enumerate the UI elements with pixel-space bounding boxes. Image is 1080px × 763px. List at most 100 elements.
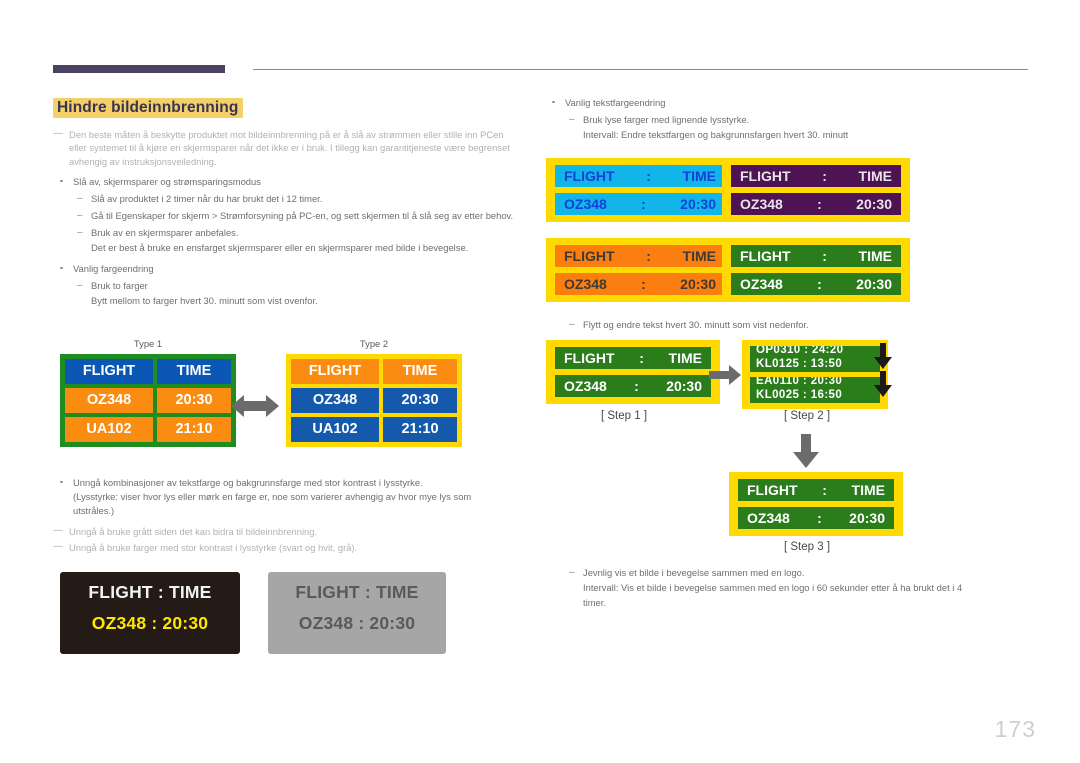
- color-display-header-row: FLIGHT : TIME: [731, 165, 901, 187]
- header-flight-label: FLIGHT: [564, 248, 615, 264]
- table-cell-flight: OZ348: [65, 388, 153, 413]
- step2-scroll-row-1: OP0310 : 24:20 KL0125 : 13:50: [750, 346, 880, 372]
- page-title: Hindre bildeinnbrenning: [53, 98, 244, 118]
- data-flight-value: OZ348: [564, 378, 607, 394]
- table-cell-time: 21:10: [383, 417, 457, 442]
- data-time-value: 20:30: [680, 276, 716, 292]
- separator-colon: :: [641, 196, 646, 212]
- sub-screensaver-continued: Det er best å bruke en ensfarget skjerms…: [91, 242, 469, 254]
- sub-dash-icon: –: [569, 566, 575, 578]
- table-cell-flight: UA102: [291, 417, 379, 442]
- data-time-value: 20:30: [856, 196, 892, 212]
- header-time-label: TIME: [682, 168, 716, 184]
- color-display-data-row: OZ348 : 20:30: [555, 193, 725, 215]
- sub-two-colors-text: Bruk to farger: [91, 280, 148, 292]
- table-cell-time: 21:10: [157, 417, 231, 442]
- sub-bright-colors-continued: Intervall: Endre tekstfargen og bakgrunn…: [583, 129, 849, 140]
- sub-two-colors: – Bruk to farger: [53, 279, 523, 293]
- step3-data-row: OZ348 : 20:30: [738, 507, 894, 529]
- separator-colon: :: [822, 248, 827, 264]
- type2-label: Type 2: [359, 338, 389, 349]
- separator-colon: :: [817, 276, 822, 292]
- table-cell-time: 20:30: [383, 388, 457, 413]
- separator-colon: :: [634, 378, 639, 394]
- step2-row1-top-text: OP0310 : 24:20: [756, 346, 844, 356]
- sub-dash-icon: –: [77, 279, 83, 291]
- step2-row2-bottom-text: KL0025 : 16:50: [756, 389, 843, 401]
- dark-display-header: FLIGHT : TIME: [88, 582, 212, 602]
- note-avoid-high-contrast-text: Unngå å bruke farger med stor kontrast i…: [69, 542, 358, 554]
- color-display-orange: FLIGHT : TIME OZ348 : 20:30: [546, 238, 734, 302]
- data-time-value: 20:30: [849, 510, 885, 526]
- sub-dash-icon: –: [77, 192, 83, 204]
- logo-bullet-wrap: – Jevnlig vis et bilde i bevegelse samme…: [545, 566, 1045, 610]
- intro-note-text: Den beste måten å beskytte produktet mot…: [69, 129, 510, 167]
- manual-page: Hindre bildeinnbrenning — Den beste måte…: [0, 0, 1080, 763]
- separator-colon: :: [641, 276, 646, 292]
- table-header-time: TIME: [157, 359, 231, 384]
- bullet-avoid-contrast: Unngå kombinasjoner av tekstfarge og bak…: [53, 476, 523, 490]
- header-rule: [253, 69, 1028, 70]
- data-time-value: 20:30: [680, 196, 716, 212]
- separator-colon: :: [817, 510, 822, 526]
- type1-label: Type 1: [133, 338, 163, 349]
- table-header-flight: FLIGHT: [291, 359, 379, 384]
- data-flight-value: OZ348: [747, 510, 790, 526]
- color-display-cyan: FLIGHT : TIME OZ348 : 20:30: [546, 158, 734, 222]
- sub-logo-image-cont2: timer.: [583, 597, 606, 608]
- bullet-power-save-text: Slå av, skjermsparer og strømsparingsmod…: [73, 176, 261, 188]
- bullet-dot-icon: [60, 266, 63, 270]
- gray-display-data: OZ348 : 20:30: [298, 613, 416, 633]
- color-display-green: FLIGHT : TIME OZ348 : 20:30: [722, 238, 910, 302]
- table-cell-flight: OZ348: [291, 388, 379, 413]
- color-display-data-row: OZ348 : 20:30: [555, 273, 725, 295]
- bullet-text-color-change-text: Vanlig tekstfargeendring: [565, 97, 666, 108]
- step3-header-row: FLIGHT : TIME: [738, 479, 894, 501]
- step3-display: FLIGHT : TIME OZ348 : 20:30: [729, 472, 903, 536]
- bullet-dot-icon: [552, 100, 555, 104]
- gray-contrast-display: FLIGHT : TIME OZ348 : 20:30: [268, 572, 446, 654]
- step1-header-row: FLIGHT : TIME: [555, 347, 711, 369]
- sub-move-text-label: Flytt og endre tekst hvert 30. minutt so…: [583, 319, 809, 330]
- type2-table: FLIGHT TIME OZ348 20:30 UA102 21:10: [286, 354, 462, 447]
- table-header-time: TIME: [383, 359, 457, 384]
- double-arrow-icon: [231, 392, 279, 420]
- sub-display-properties-text: Gå til Egenskaper for skjerm > Strømfors…: [91, 210, 514, 222]
- table-cell-time: 20:30: [157, 388, 231, 413]
- bullet-dot-icon: [60, 480, 63, 484]
- bullet-color-change: Vanlig fargeendring: [53, 262, 523, 276]
- separator-colon: :: [822, 168, 827, 184]
- color-display-header-row: FLIGHT : TIME: [555, 165, 725, 187]
- separator-colon: :: [822, 482, 827, 498]
- header-flight-label: FLIGHT: [747, 482, 798, 498]
- bullet-avoid-contrast-cont1: (Lysstyrke: viser hvor lys eller mørk en…: [73, 491, 472, 502]
- sub-logo-image-text: Jevnlig vis et bilde i bevegelse sammen …: [583, 567, 805, 578]
- step2-scroll-row-2: EA0110 : 20:30 KL0025 : 16:50: [750, 377, 880, 403]
- header-time-label: TIME: [682, 248, 716, 264]
- sub-screensaver-text: Bruk av en skjermsparer anbefales.: [91, 227, 239, 239]
- step1-display: FLIGHT : TIME OZ348 : 20:30: [546, 340, 720, 404]
- header-flight-label: FLIGHT: [740, 168, 791, 184]
- gray-display-header: FLIGHT : TIME: [295, 582, 419, 602]
- sub-bright-colors: – Bruk lyse farger med lignende lysstyrk…: [545, 113, 1035, 127]
- down-arrow-icon-1: [874, 343, 892, 369]
- header-time-label: TIME: [858, 248, 892, 264]
- step3-label: [ Step 3 ]: [783, 541, 831, 553]
- intro-note: — Den beste måten å beskytte produktet m…: [53, 128, 523, 168]
- color-display-data-row: OZ348 : 20:30: [731, 193, 901, 215]
- sub-dash-icon: –: [77, 226, 83, 238]
- right-column: Vanlig tekstfargeendring – Bruk lyse far…: [545, 96, 1035, 142]
- header-accent-bar: [53, 65, 225, 73]
- note-avoid-gray: — Unngå å bruke grått siden det kan bidr…: [53, 525, 523, 538]
- sub-bright-colors-text: Bruk lyse farger med lignende lysstyrke.: [583, 114, 750, 125]
- sub-two-colors-continued: Bytt mellom to farger hvert 30. minutt s…: [91, 295, 318, 307]
- down-arrow-icon-2: [874, 371, 892, 397]
- sub-dash-icon: –: [77, 209, 83, 221]
- bullet-text-color-change: Vanlig tekstfargeendring: [545, 96, 1035, 110]
- color-display-header-row: FLIGHT : TIME: [731, 245, 901, 267]
- header-time-label: TIME: [858, 168, 892, 184]
- step1-data-row: OZ348 : 20:30: [555, 375, 711, 397]
- step2-label: [ Step 2 ]: [783, 410, 831, 422]
- left-column: — Den beste måten å beskytte produktet m…: [53, 128, 523, 308]
- color-display-header-row: FLIGHT : TIME: [555, 245, 725, 267]
